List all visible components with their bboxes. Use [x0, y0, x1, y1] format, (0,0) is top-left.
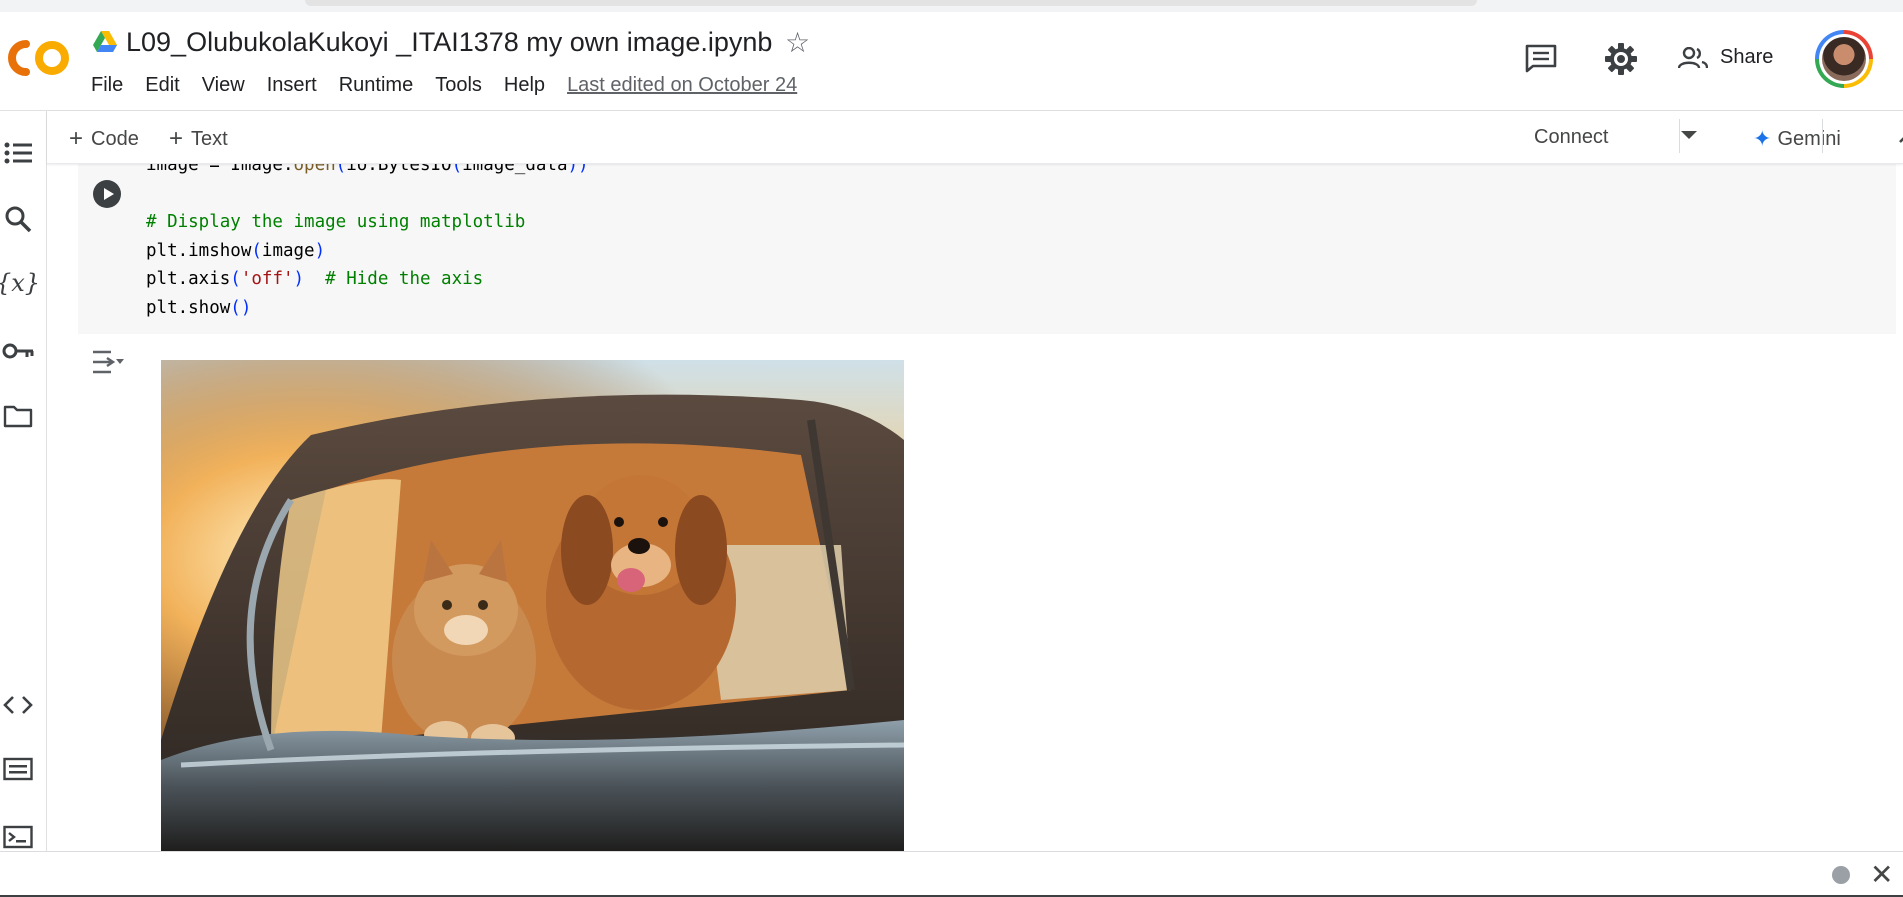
terminal-icon[interactable] — [0, 819, 36, 855]
left-sidebar: {x} — [0, 111, 47, 851]
code-line-3: # Display the image using matplotlib — [146, 212, 526, 232]
command-palette-icon[interactable] — [0, 751, 36, 787]
menu-help[interactable]: Help — [504, 74, 545, 97]
share-label: Share — [1720, 46, 1774, 68]
notebook-title[interactable]: L09_OlubukolaKukoyi _ITAI1378 my own ima… — [126, 27, 772, 58]
toolbar-divider — [1822, 119, 1823, 153]
secrets-key-icon[interactable] — [0, 333, 36, 369]
gear-icon[interactable] — [1604, 42, 1638, 76]
menu-file[interactable]: File — [91, 74, 123, 97]
code-cell[interactable]: image = Image.open(io.BytesIO(image_data… — [78, 163, 1896, 334]
cat-dog-car-illustration — [161, 360, 904, 852]
share-button[interactable]: Share — [1678, 46, 1773, 69]
avatar-photo — [1822, 37, 1866, 81]
menu-runtime[interactable]: Runtime — [339, 74, 413, 97]
code-line-6: plt.show() — [146, 297, 252, 318]
add-code-cell-button[interactable]: + Code — [69, 125, 139, 153]
files-folder-icon[interactable] — [0, 398, 36, 434]
code-snippets-icon[interactable] — [0, 687, 36, 723]
code-editor[interactable]: image = Image.open(io.BytesIO(image_data… — [146, 163, 589, 322]
menu-insert[interactable]: Insert — [267, 74, 317, 97]
output-image-cat-and-dog-in-car — [161, 360, 904, 852]
gemini-label: Gemini — [1777, 127, 1841, 150]
menu-tools[interactable]: Tools — [435, 74, 482, 97]
connect-button[interactable]: Connect — [1534, 126, 1609, 149]
add-text-cell-button[interactable]: + Text — [169, 125, 228, 153]
search-icon[interactable] — [0, 201, 36, 237]
add-code-label: Code — [91, 127, 139, 150]
google-drive-icon[interactable] — [93, 31, 117, 53]
toolbar-divider — [1679, 119, 1680, 153]
variables-icon[interactable]: {x} — [0, 265, 40, 301]
notebook-toolbar: + Code + Text Connect ✦ Gemini — [47, 111, 1903, 164]
account-avatar[interactable] — [1815, 30, 1873, 88]
close-icon[interactable]: ✕ — [1870, 858, 1893, 891]
chevron-down-icon[interactable] — [1681, 131, 1697, 139]
comment-icon[interactable] — [1524, 43, 1558, 73]
menu-bar: File Edit View Insert Runtime Tools Help… — [91, 74, 819, 97]
gemini-button[interactable]: ✦ Gemini — [1753, 126, 1841, 152]
colab-logo[interactable] — [6, 38, 72, 78]
code-line-5: plt.axis('off') # Hide the axis — [146, 269, 484, 289]
code-line-1: image = Image.open(io.BytesIO(image_data… — [146, 163, 589, 175]
gemini-sparkle-icon: ✦ — [1753, 126, 1772, 151]
star-icon[interactable]: ☆ — [785, 26, 810, 59]
output-actions-icon[interactable] — [91, 347, 125, 377]
status-bar: ✕ — [0, 851, 1903, 896]
plus-icon: + — [169, 125, 184, 152]
add-text-label: Text — [191, 127, 228, 150]
menu-view[interactable]: View — [202, 74, 245, 97]
table-of-contents-icon[interactable] — [0, 135, 36, 171]
menu-edit[interactable]: Edit — [145, 74, 179, 97]
plus-icon: + — [69, 125, 84, 152]
runtime-status-dot — [1832, 866, 1850, 884]
code-line-4: plt.imshow(image) — [146, 240, 326, 261]
people-icon — [1678, 46, 1708, 68]
top-scrollbar[interactable] — [305, 0, 1477, 6]
collapse-header-icon[interactable] — [1897, 123, 1903, 151]
last-edited-link[interactable]: Last edited on October 24 — [567, 74, 797, 97]
notebook-header: L09_OlubukolaKukoyi _ITAI1378 my own ima… — [0, 12, 1903, 111]
run-cell-button[interactable] — [93, 180, 121, 208]
